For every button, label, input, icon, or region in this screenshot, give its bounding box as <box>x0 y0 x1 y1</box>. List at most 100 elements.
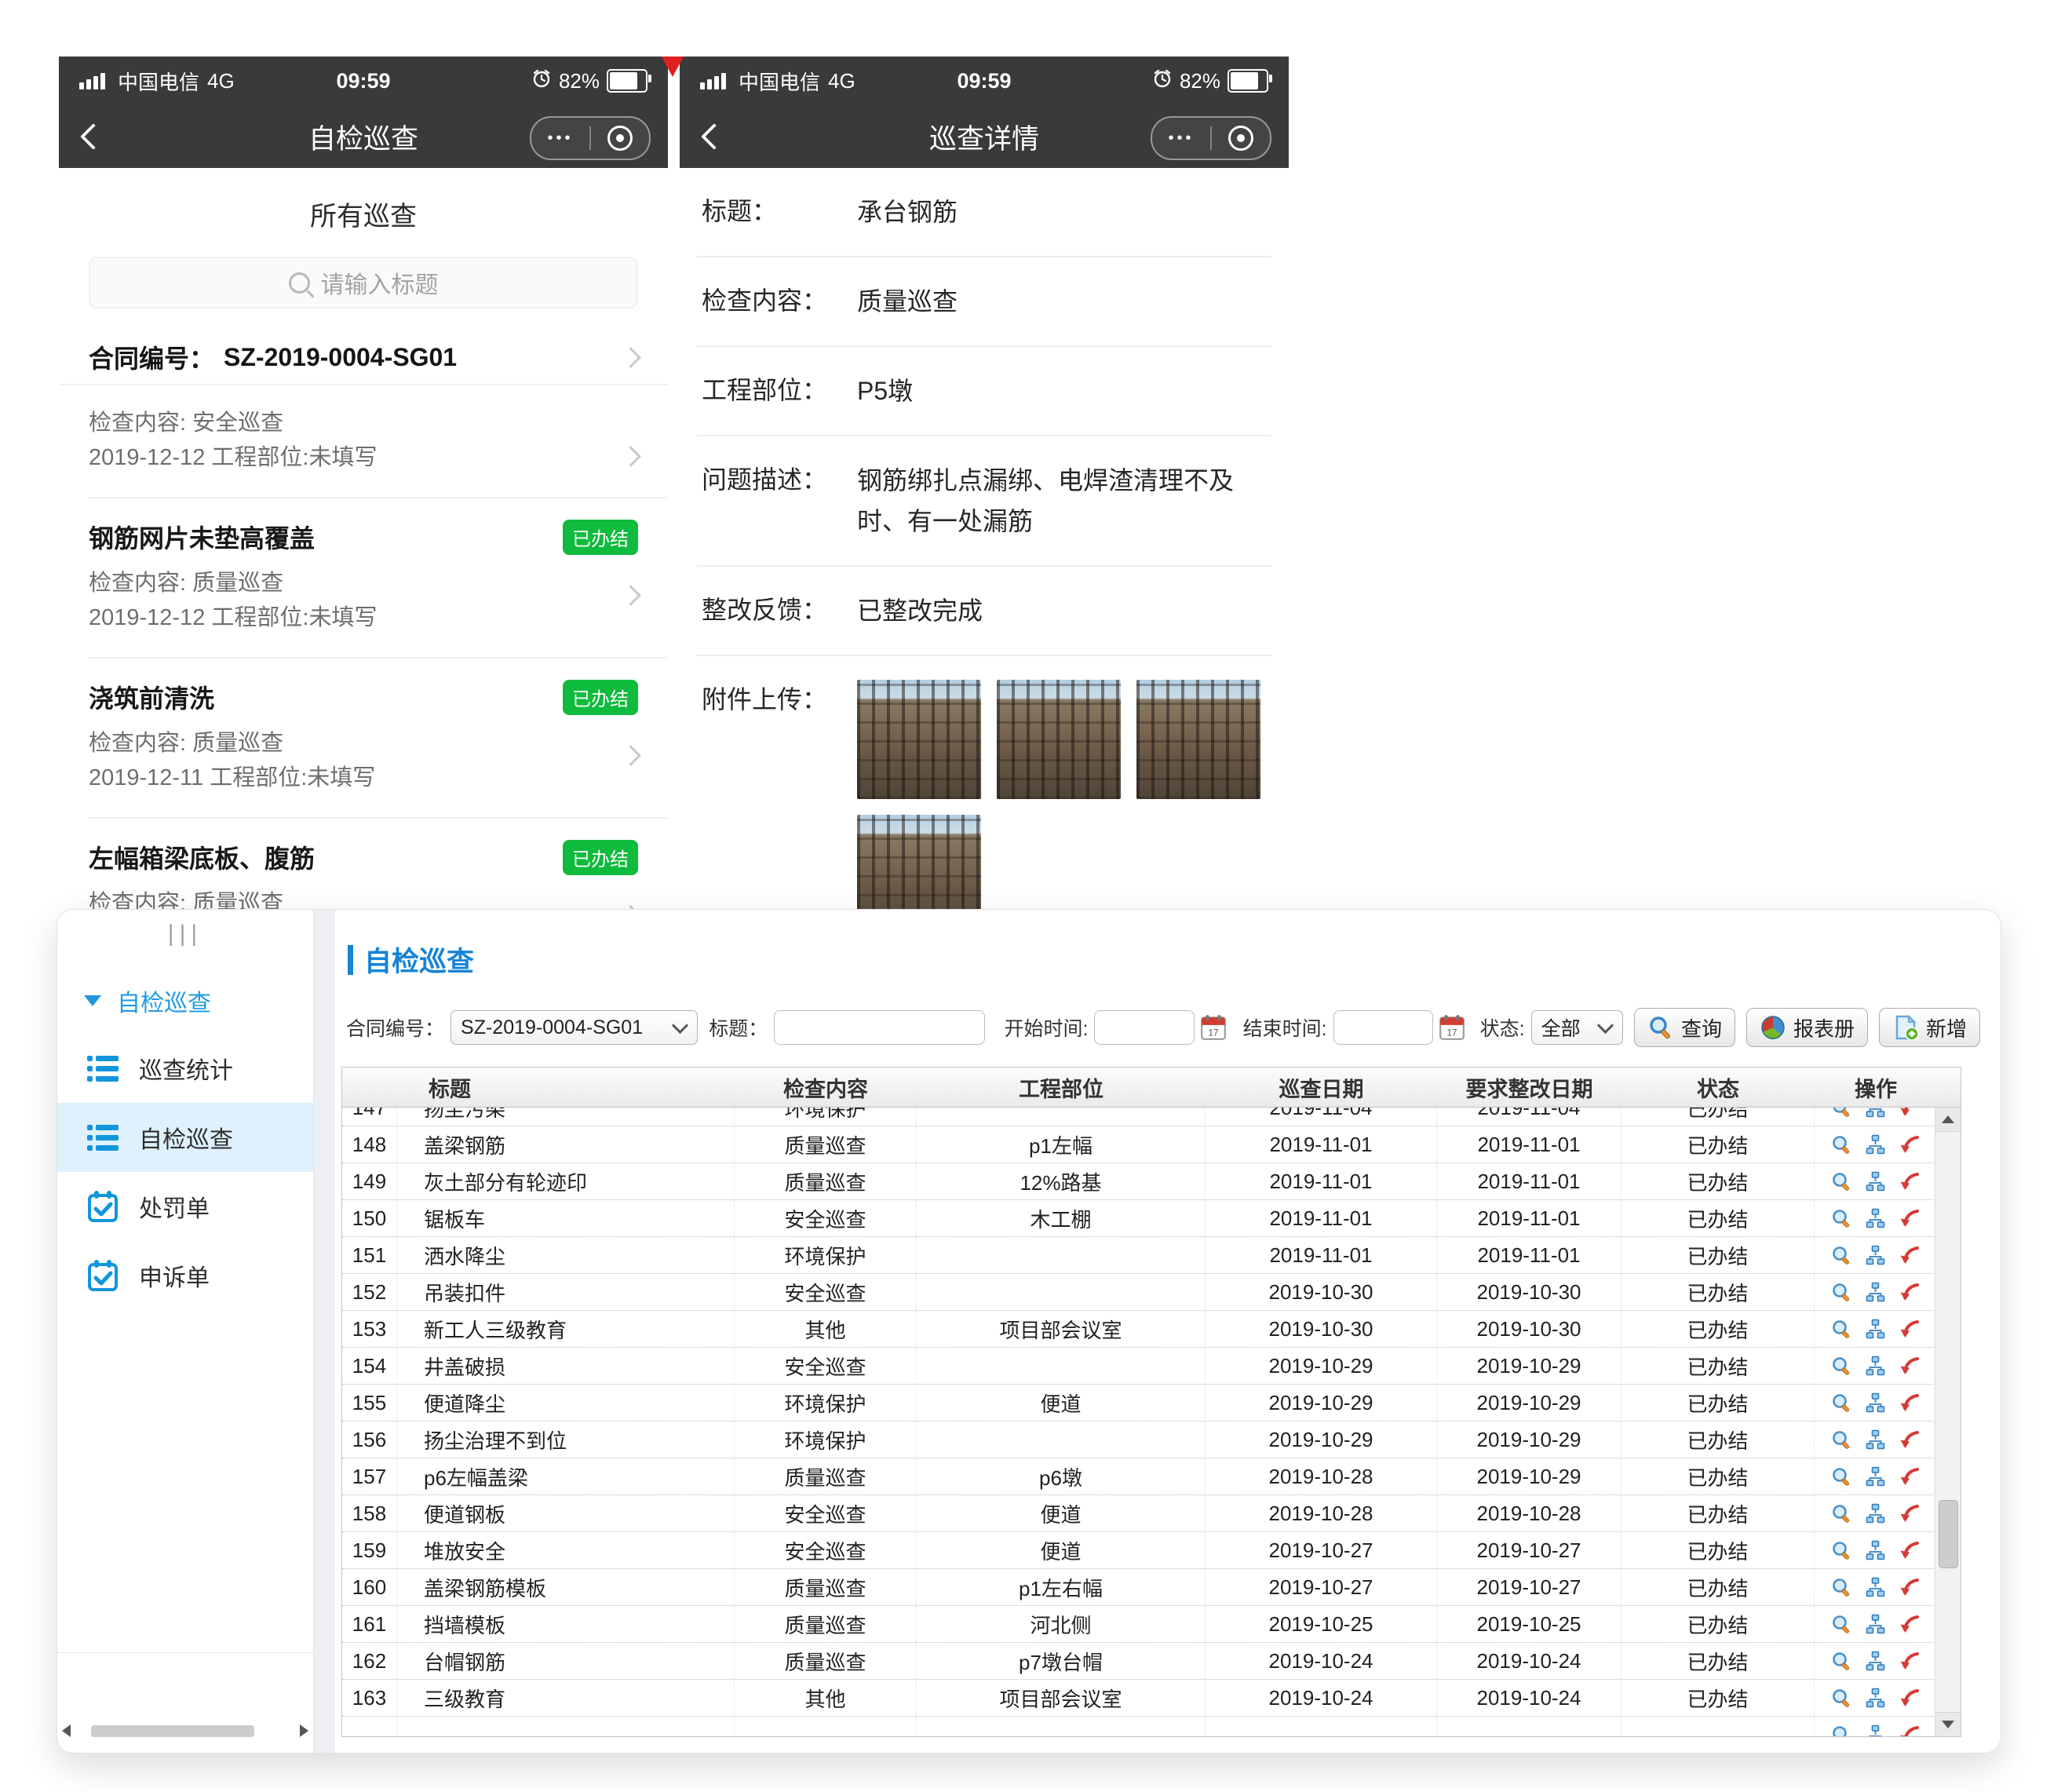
start-time-input[interactable] <box>1094 1010 1194 1045</box>
table-row: 153 新工人三级教育 其他 项目部会议室 2019-10-30 2019-10… <box>342 1311 1961 1348</box>
sidebar-item[interactable]: 巡查统计 <box>57 1034 313 1103</box>
magnifier-icon[interactable] <box>1831 1614 1852 1635</box>
contract-selector-row[interactable]: 合同编号： SZ-2019-0004-SG01 <box>59 330 668 385</box>
list-item[interactable]: 左幅箱梁底板、腹筋 已办结 检查内容: 质量巡查 2019-12-11 工程部位… <box>59 819 668 915</box>
magnifier-icon[interactable] <box>1831 1392 1852 1414</box>
red-arrow-icon[interactable] <box>1899 1429 1920 1451</box>
end-time-input[interactable] <box>1333 1010 1433 1045</box>
sitemap-icon[interactable] <box>1865 1356 1886 1377</box>
red-arrow-icon[interactable] <box>1899 1171 1920 1192</box>
attachment-photo[interactable] <box>997 680 1121 799</box>
drag-handle[interactable]: ||| <box>57 921 313 947</box>
magnifier-icon[interactable] <box>1831 1724 1852 1737</box>
magnifier-icon[interactable] <box>1831 1540 1852 1561</box>
sitemap-icon[interactable] <box>1865 1108 1886 1119</box>
magnifier-icon[interactable] <box>1831 1356 1852 1377</box>
status-select[interactable]: 全部 <box>1531 1010 1623 1045</box>
close-circle-button[interactable] <box>1212 126 1270 151</box>
sitemap-icon[interactable] <box>1865 1651 1886 1672</box>
scroll-up-button[interactable] <box>1935 1108 1961 1132</box>
item-date-line: 2019-12-11 工程部位:未填写 <box>89 761 638 795</box>
sitemap-icon[interactable] <box>1865 1245 1886 1266</box>
close-circle-button[interactable] <box>591 126 649 151</box>
sitemap-icon[interactable] <box>1865 1319 1886 1340</box>
magnifier-icon[interactable] <box>1831 1171 1852 1192</box>
status-filter-label: 状态: <box>1480 1013 1525 1042</box>
red-arrow-icon[interactable] <box>1899 1688 1920 1709</box>
report-book-button[interactable]: 报表册 <box>1746 1008 1868 1047</box>
sidebar-item[interactable]: 处罚单 <box>57 1172 313 1241</box>
scroll-left-arrow[interactable] <box>62 1724 71 1737</box>
sitemap-icon[interactable] <box>1865 1429 1886 1451</box>
magnifier-icon[interactable] <box>1831 1208 1852 1229</box>
magnifier-icon[interactable] <box>1831 1503 1852 1524</box>
attachment-photo[interactable] <box>857 815 981 915</box>
sitemap-icon[interactable] <box>1865 1688 1886 1709</box>
red-arrow-icon[interactable] <box>1899 1208 1920 1229</box>
magnifier-icon[interactable] <box>1831 1651 1852 1672</box>
vscroll-thumb[interactable] <box>1939 1500 1958 1568</box>
list-item[interactable]: 检查内容: 安全巡查 2019-12-12 工程部位:未填写 <box>59 385 668 498</box>
contract-select[interactable]: SZ-2019-0004-SG01 <box>451 1010 698 1045</box>
red-arrow-icon[interactable] <box>1899 1356 1920 1377</box>
red-arrow-icon[interactable] <box>1899 1724 1920 1737</box>
sitemap-icon[interactable] <box>1865 1540 1886 1561</box>
sitemap-icon[interactable] <box>1865 1503 1886 1524</box>
add-new-button[interactable]: 新增 <box>1879 1008 1980 1047</box>
magnifier-icon[interactable] <box>1831 1466 1852 1487</box>
calendar-icon[interactable]: 17 <box>1199 1013 1228 1042</box>
scroll-down-button[interactable] <box>1935 1712 1961 1736</box>
back-icon[interactable] <box>701 123 728 150</box>
hscroll-thumb[interactable] <box>91 1725 254 1737</box>
sitemap-icon[interactable] <box>1865 1208 1886 1229</box>
red-arrow-icon[interactable] <box>1899 1651 1920 1672</box>
red-arrow-icon[interactable] <box>1899 1245 1920 1266</box>
query-button[interactable]: 查询 <box>1634 1008 1735 1047</box>
red-arrow-icon[interactable] <box>1899 1540 1920 1561</box>
red-arrow-icon[interactable] <box>1899 1282 1920 1303</box>
search-input[interactable]: 请输入标题 <box>89 257 638 308</box>
scroll-right-arrow[interactable] <box>300 1724 308 1737</box>
magnifier-icon[interactable] <box>1831 1319 1852 1340</box>
sitemap-icon[interactable] <box>1865 1282 1886 1303</box>
cell-project-part: p6墩 <box>917 1458 1206 1495</box>
back-icon[interactable] <box>80 123 107 150</box>
more-menu-button[interactable]: ••• <box>1152 130 1210 146</box>
list-item[interactable]: 浇筑前清洗 已办结 检查内容: 质量巡查 2019-12-11 工程部位:未填写 <box>59 659 668 819</box>
sitemap-icon[interactable] <box>1865 1577 1886 1598</box>
sitemap-icon[interactable] <box>1865 1171 1886 1192</box>
calendar-icon[interactable]: 17 <box>1438 1013 1466 1042</box>
attachment-photo[interactable] <box>1136 680 1260 799</box>
sitemap-icon[interactable] <box>1865 1466 1886 1487</box>
magnifier-icon[interactable] <box>1831 1688 1852 1709</box>
red-arrow-icon[interactable] <box>1899 1134 1920 1155</box>
magnifier-icon[interactable] <box>1831 1577 1852 1598</box>
magnifier-icon[interactable] <box>1831 1245 1852 1266</box>
sitemap-icon[interactable] <box>1865 1134 1886 1155</box>
attachment-photo[interactable] <box>857 680 981 799</box>
red-arrow-icon[interactable] <box>1899 1392 1920 1414</box>
cell-patrol-date: 2019-10-24 <box>1206 1643 1437 1679</box>
magnifier-icon[interactable] <box>1831 1134 1852 1155</box>
red-arrow-icon[interactable] <box>1899 1108 1920 1119</box>
list-item[interactable]: 钢筋网片未垫高覆盖 已办结 检查内容: 质量巡查 2019-12-12 工程部位… <box>59 498 668 659</box>
more-menu-button[interactable]: ••• <box>531 130 589 146</box>
doc-plus-icon <box>1892 1014 1919 1041</box>
sitemap-icon[interactable] <box>1865 1392 1886 1414</box>
sidebar-item[interactable]: 自检巡查 <box>57 1103 313 1172</box>
title-filter-input[interactable] <box>774 1010 985 1045</box>
sidebar-item[interactable]: 申诉单 <box>57 1241 313 1310</box>
sidebar-root-item[interactable]: 自检巡查 <box>84 984 211 1018</box>
magnifier-icon[interactable] <box>1831 1429 1852 1451</box>
red-arrow-icon[interactable] <box>1899 1466 1920 1487</box>
magnifier-icon[interactable] <box>1831 1108 1852 1119</box>
red-arrow-icon[interactable] <box>1899 1614 1920 1635</box>
magnifier-icon[interactable] <box>1831 1282 1852 1303</box>
cell-project-part <box>917 1422 1206 1458</box>
red-arrow-icon[interactable] <box>1899 1319 1920 1340</box>
sitemap-icon[interactable] <box>1865 1724 1886 1737</box>
red-arrow-icon[interactable] <box>1899 1577 1920 1598</box>
sitemap-icon[interactable] <box>1865 1614 1886 1635</box>
red-arrow-icon[interactable] <box>1899 1503 1920 1524</box>
list-heading: 所有巡查 <box>59 195 668 233</box>
